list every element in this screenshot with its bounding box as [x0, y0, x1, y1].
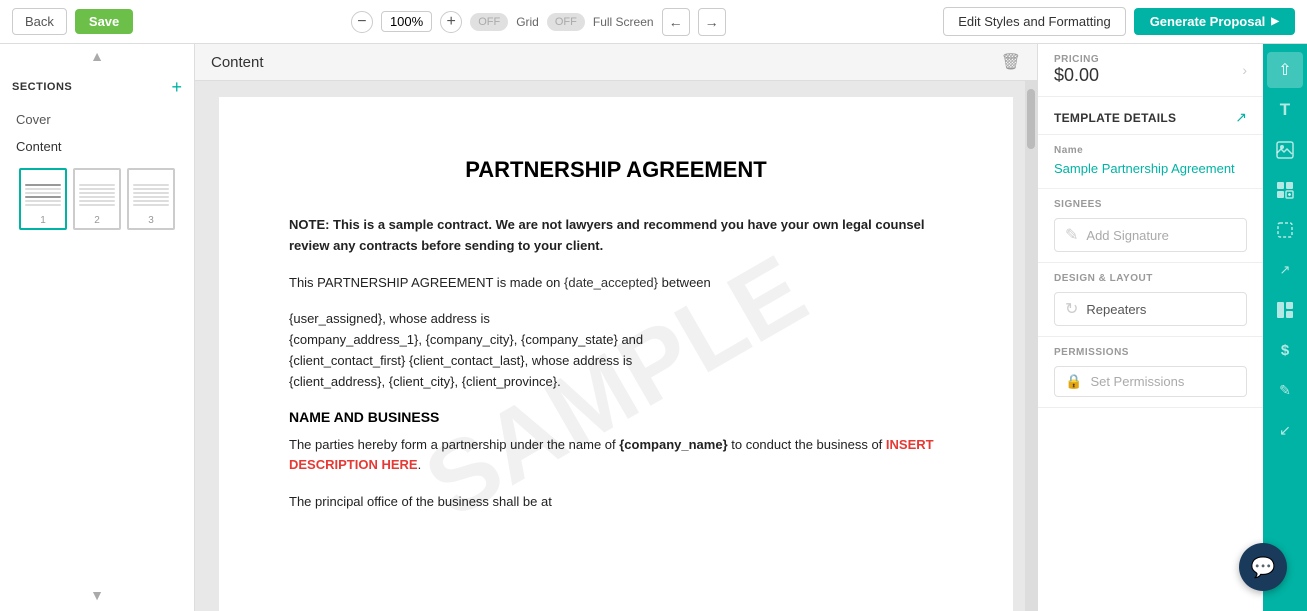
zoom-out-button[interactable]: −: [351, 11, 373, 33]
sidebar-image-icon[interactable]: [1267, 132, 1303, 168]
toolbar: Back Save − 100% + OFF Grid OFF Full Scr…: [0, 0, 1307, 44]
signees-section: SIGNEES ✎ Add Signature: [1038, 189, 1263, 263]
fullscreen-label: Full Screen: [593, 15, 654, 29]
right-main-content: PRICING $0.00 › TEMPLATE DETAILS ↗ Name …: [1038, 44, 1263, 611]
lock-icon: 🔒: [1065, 373, 1082, 390]
pricing-label: PRICING: [1054, 54, 1099, 65]
thumbnail-1[interactable]: 1: [19, 168, 67, 230]
toolbar-center: − 100% + OFF Grid OFF Full Screen ← →: [141, 8, 935, 36]
back-button[interactable]: Back: [12, 8, 67, 35]
sidebar-resize-icon[interactable]: ↙: [1267, 412, 1303, 448]
set-permissions-row[interactable]: 🔒 Set Permissions: [1054, 366, 1247, 397]
pricing-chevron-icon: ›: [1242, 62, 1247, 78]
sidebar-scroll-down[interactable]: ▼: [0, 583, 194, 611]
grid-toggle-state: OFF: [478, 16, 500, 28]
sidebar-transform-icon[interactable]: [1267, 212, 1303, 248]
right-panel: PRICING $0.00 › TEMPLATE DETAILS ↗ Name …: [1037, 44, 1307, 611]
doc-section-name-business: NAME AND BUSINESS: [289, 409, 943, 425]
repeater-icon: ↻: [1065, 299, 1078, 319]
sidebar-pencil-icon[interactable]: ✎: [1267, 372, 1303, 408]
fullscreen-toggle-state: OFF: [555, 16, 577, 28]
repeaters-text: Repeaters: [1086, 302, 1146, 317]
thumbnail-3-num: 3: [148, 215, 154, 226]
left-sidebar: ▲ SECTIONS + Cover Content 1: [0, 44, 195, 611]
doc-address-para: {user_assigned}, whose address is {compa…: [289, 309, 943, 392]
template-details-title: TEMPLATE DETAILS: [1054, 111, 1176, 125]
thumbnail-3[interactable]: 3: [127, 168, 175, 230]
design-layout-label: DESIGN & LAYOUT: [1054, 273, 1247, 284]
zoom-in-button[interactable]: +: [440, 11, 462, 33]
thumbnails-container: 1 2: [0, 160, 194, 238]
content-section-title: Content: [211, 54, 264, 71]
scrollbar-vertical[interactable]: [1025, 81, 1037, 611]
fullscreen-toggle[interactable]: OFF: [547, 13, 585, 31]
content-header: Content 🗑: [195, 44, 1037, 81]
toolbar-left: Back Save: [12, 8, 133, 35]
document-wrapper: SAMPLE PARTNERSHIP AGREEMENT NOTE: This …: [195, 81, 1037, 611]
design-layout-section: DESIGN & LAYOUT ↻ Repeaters: [1038, 263, 1263, 337]
section-list: Cover Content: [0, 106, 194, 160]
sidebar-arrow-icon[interactable]: ⇧: [1267, 52, 1303, 88]
add-signature-row[interactable]: ✎ Add Signature: [1054, 218, 1247, 252]
sidebar-text-icon[interactable]: T: [1267, 92, 1303, 128]
document-page[interactable]: SAMPLE PARTNERSHIP AGREEMENT NOTE: This …: [219, 97, 1013, 611]
delete-section-button[interactable]: 🗑: [1001, 52, 1021, 72]
signature-icon: ✎: [1065, 225, 1078, 245]
document-scroll-container: SAMPLE PARTNERSHIP AGREEMENT NOTE: This …: [195, 81, 1037, 611]
add-signature-text: Add Signature: [1086, 228, 1168, 243]
toolbar-right: Edit Styles and Formatting Generate Prop…: [943, 7, 1295, 36]
sidebar-scroll-up[interactable]: ▲: [0, 44, 194, 68]
thumbnail-1-num: 1: [40, 215, 46, 226]
right-icon-sidebar: ⇧ T: [1263, 44, 1307, 611]
doc-note-para: NOTE: This is a sample contract. We are …: [289, 215, 943, 257]
repeaters-row[interactable]: ↻ Repeaters: [1054, 292, 1247, 326]
template-name-row: Name Sample Partnership Agreement: [1038, 135, 1263, 189]
template-name-value: Sample Partnership Agreement: [1054, 160, 1247, 178]
sidebar-dollar-icon[interactable]: $: [1267, 332, 1303, 368]
chat-bubble[interactable]: 💬: [1239, 543, 1287, 591]
sections-label: SECTIONS: [12, 81, 72, 93]
grid-label: Grid: [516, 15, 539, 29]
zoom-display[interactable]: 100%: [381, 11, 432, 32]
pricing-value: $0.00: [1054, 65, 1099, 86]
pricing-section[interactable]: PRICING $0.00 ›: [1038, 44, 1263, 97]
template-details-header: TEMPLATE DETAILS ↗: [1038, 97, 1263, 135]
permissions-section: PERMISSIONS 🔒 Set Permissions: [1038, 337, 1263, 408]
save-button[interactable]: Save: [75, 9, 133, 34]
add-section-button[interactable]: +: [171, 78, 182, 96]
nav-forward-button[interactable]: →: [698, 8, 726, 36]
sections-header: SECTIONS +: [0, 68, 194, 106]
signees-label: SIGNEES: [1054, 199, 1247, 210]
set-permissions-text: Set Permissions: [1090, 374, 1184, 389]
sidebar-item-cover[interactable]: Cover: [8, 106, 186, 133]
content-area: Content 🗑 SAMPLE PARTNERSHIP AGREEMENT N…: [195, 44, 1037, 611]
doc-business-para-2: The principal office of the business sha…: [289, 492, 943, 513]
date-variable: {date_accepted}: [564, 275, 658, 290]
grid-toggle[interactable]: OFF: [470, 13, 508, 31]
doc-business-para-1: The parties hereby form a partnership un…: [289, 435, 943, 477]
scrollbar-thumb[interactable]: [1027, 89, 1035, 149]
template-name-label: Name: [1054, 145, 1247, 156]
doc-content: PARTNERSHIP AGREEMENT NOTE: This is a sa…: [289, 157, 943, 513]
edit-styles-button[interactable]: Edit Styles and Formatting: [943, 7, 1125, 36]
sidebar-grid-icon[interactable]: [1267, 292, 1303, 328]
external-link-icon[interactable]: ↗: [1235, 109, 1247, 126]
nav-back-button[interactable]: ←: [662, 8, 690, 36]
sidebar-add-box-icon[interactable]: [1267, 172, 1303, 208]
main-layout: ▲ SECTIONS + Cover Content 1: [0, 44, 1307, 611]
thumbnail-2[interactable]: 2: [73, 168, 121, 230]
sidebar-link-icon[interactable]: ↗: [1267, 252, 1303, 288]
sidebar-item-content[interactable]: Content: [8, 133, 186, 160]
thumbnail-2-num: 2: [94, 215, 100, 226]
permissions-label: PERMISSIONS: [1054, 347, 1247, 358]
generate-proposal-button[interactable]: Generate Proposal: [1134, 8, 1295, 35]
doc-title: PARTNERSHIP AGREEMENT: [289, 157, 943, 183]
doc-intro-para: This PARTNERSHIP AGREEMENT is made on {d…: [289, 273, 943, 294]
